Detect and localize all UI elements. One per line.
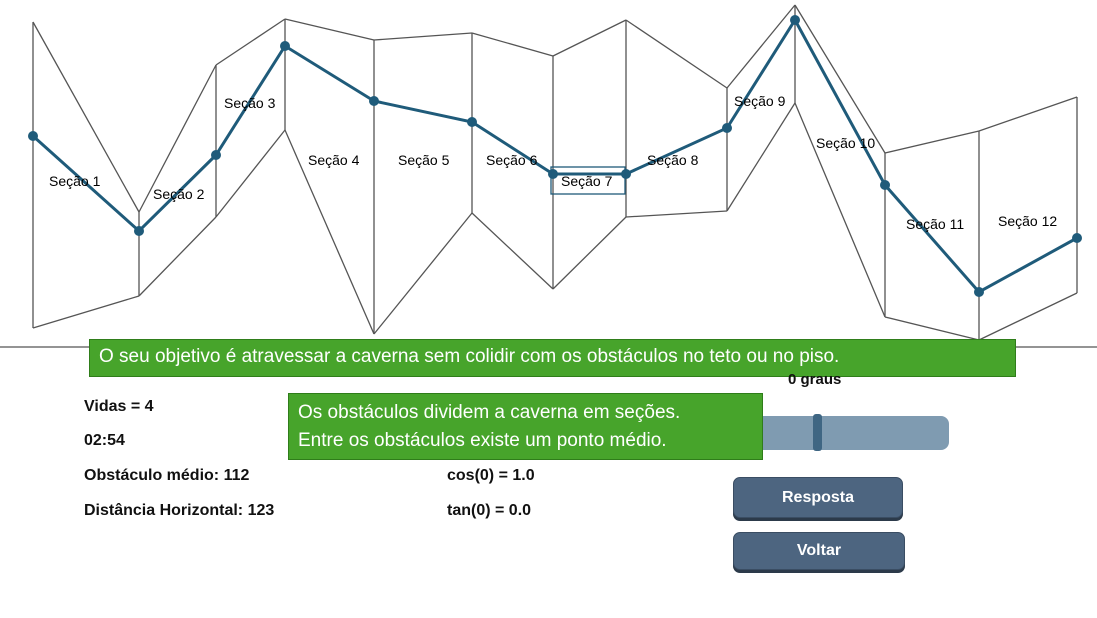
- lives-label: Vidas = 4: [84, 398, 154, 415]
- floor-segment: [138, 216, 217, 297]
- section-label-1: Seção 1: [49, 173, 101, 189]
- ceiling-segment: [794, 4, 886, 154]
- midpoint-marker: [548, 169, 558, 179]
- section-label-4: Seção 4: [308, 152, 360, 168]
- ceiling-segment: [373, 32, 473, 41]
- average-obstacle-label: Obstáculo médio: 112: [84, 467, 250, 484]
- midpoint-marker: [280, 41, 290, 51]
- section-label-10: Seção 10: [816, 135, 875, 151]
- ceiling-segment: [552, 19, 627, 57]
- midpoint-marker: [621, 169, 631, 179]
- floor-segment: [884, 316, 980, 341]
- ceiling-segment: [625, 19, 728, 89]
- back-button[interactable]: Voltar: [733, 532, 905, 570]
- section-label-11: Seção 11: [906, 216, 964, 232]
- midpoint-marker: [974, 287, 984, 297]
- floor-segment: [471, 212, 554, 290]
- cave-view: Seção 1 Seção 2 Seção 3 Seção 4 Seção 5 Seção…: [0, 4, 1097, 348]
- angle-slider-thumb[interactable]: [812, 414, 822, 451]
- midpoint-marker: [880, 180, 890, 190]
- floor-segment: [978, 292, 1078, 341]
- sections-tip: Os obstáculos dividem a caverna em seçõe…: [288, 393, 763, 460]
- tan-label: tan(0) = 0.0: [447, 502, 532, 519]
- objective-text: O seu objetivo é atravessar a caverna se…: [99, 346, 840, 367]
- midpoint-path: [31, 17, 1078, 294]
- timer-label: 02:54: [84, 432, 125, 449]
- floor-segment: [373, 212, 473, 335]
- section-label-2: Seção 2: [153, 186, 205, 202]
- midpoint-marker: [211, 150, 221, 160]
- objective-tip: O seu objetivo é atravessar a caverna se…: [89, 339, 1016, 377]
- answer-button[interactable]: Resposta: [733, 477, 903, 518]
- floor-segment: [625, 210, 728, 218]
- midpoint-marker: [369, 96, 379, 106]
- section-label-9: Seção 9: [734, 93, 786, 109]
- ceiling-segment: [978, 96, 1078, 132]
- section-label-8: Seção 8: [647, 152, 699, 168]
- midpoint-marker: [467, 117, 477, 127]
- section-label-5: Seção 5: [398, 152, 450, 168]
- horizontal-distance-label: Distância Horizontal: 123: [84, 502, 275, 519]
- ceiling-segment: [284, 18, 375, 41]
- ceiling-segment: [884, 130, 980, 154]
- midpoint-marker: [790, 15, 800, 25]
- cos-label: cos(0) = 1.0: [447, 467, 535, 484]
- floor-segment: [215, 129, 286, 218]
- midpoint-marker: [722, 123, 732, 133]
- midpoint-marker: [1072, 233, 1082, 243]
- section-label-3: Seção 3: [224, 95, 276, 111]
- floor-segment: [32, 295, 140, 329]
- angle-slider-track[interactable]: [742, 416, 949, 450]
- midpoint-marker: [28, 131, 38, 141]
- ceiling-segment: [215, 18, 286, 66]
- angle-label: 0 graus: [788, 371, 842, 388]
- floor-segment: [726, 102, 796, 212]
- midpoint-marker: [134, 226, 144, 236]
- floor-segment: [552, 216, 627, 290]
- section-label-7: Seção 7: [561, 173, 613, 189]
- section-label-6: Seção 6: [486, 152, 538, 168]
- sections-tip-line-1: Os obstáculos dividem a caverna em seçõe…: [298, 402, 681, 423]
- sections-tip-line-2: Entre os obstáculos existe um ponto médi…: [298, 430, 667, 451]
- section-label-12: Seção 12: [998, 213, 1057, 229]
- ceiling-segment: [471, 32, 554, 57]
